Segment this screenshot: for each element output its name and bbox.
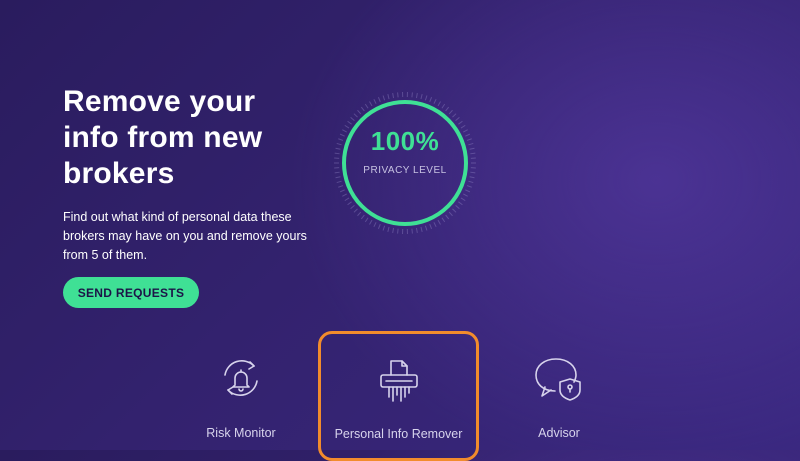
- gauge-tick: [461, 198, 465, 201]
- tab-personal-info-remover-label: Personal Info Remover: [321, 427, 476, 441]
- hero-title-line: info from new: [63, 121, 262, 154]
- gauge-tick: [452, 114, 456, 117]
- gauge-tick: [465, 190, 470, 192]
- gauge-tick: [430, 224, 432, 229]
- gauge-tick: [336, 177, 341, 178]
- tab-personal-info-remover[interactable]: Personal Info Remover: [318, 331, 479, 461]
- gauge-tick: [398, 229, 399, 234]
- gauge-tick: [412, 92, 413, 97]
- gauge-tick: [416, 228, 417, 233]
- gauge-tick: [425, 226, 427, 231]
- gauge-tick: [446, 215, 449, 219]
- gauge-tick: [383, 95, 385, 100]
- privacy-level-label: PRIVACY LEVEL: [333, 165, 477, 176]
- gauge-ring: [333, 91, 477, 235]
- gauge-tick: [463, 194, 467, 196]
- hero-section: Remove your info from new brokers Find o…: [63, 84, 323, 265]
- gauge-tick: [442, 218, 445, 222]
- gauge-tick: [357, 110, 360, 114]
- gauge-tick: [416, 93, 417, 98]
- gauge-tick: [434, 222, 436, 226]
- gauge-tick: [378, 97, 380, 102]
- gauge-tick: [365, 104, 368, 108]
- tab-risk-monitor[interactable]: Risk Monitor: [181, 340, 301, 450]
- gauge-tick: [388, 227, 389, 232]
- gauge-tick: [348, 121, 352, 124]
- gauge-tick: [388, 94, 389, 99]
- privacy-level-gauge: 100% PRIVACY LEVEL: [333, 91, 477, 235]
- gauge-tick: [430, 97, 432, 102]
- gauge-tick: [458, 121, 462, 124]
- gauge-tick: [452, 209, 456, 212]
- gauge-tick-ring: [334, 92, 476, 234]
- gauge-tick: [456, 205, 460, 208]
- gauge-tick: [456, 117, 460, 120]
- shield-chat-icon: [533, 354, 585, 407]
- gauge-tick: [468, 181, 473, 182]
- gauge-tick: [361, 107, 364, 111]
- gauge-tick: [365, 218, 368, 222]
- gauge-tick: [348, 202, 352, 205]
- gauge-tick: [342, 194, 346, 196]
- gauge-tick: [421, 94, 422, 99]
- gauge-tick: [370, 220, 373, 224]
- gauge-tick: [378, 224, 380, 229]
- gauge-tick: [340, 190, 345, 192]
- gauge-tick: [449, 212, 452, 216]
- gauge-tick: [412, 229, 413, 234]
- gauge-tick: [337, 181, 342, 182]
- send-requests-button[interactable]: SEND REQUESTS: [63, 277, 199, 308]
- gauge-tick: [449, 110, 452, 114]
- gauge-tick: [338, 186, 343, 188]
- tab-risk-monitor-label: Risk Monitor: [181, 426, 301, 440]
- gauge-tick: [383, 226, 385, 231]
- gauge-tick: [357, 212, 360, 216]
- hero-title-line: Remove your: [63, 85, 255, 118]
- gauge-tick: [361, 215, 364, 219]
- gauge-tick: [393, 228, 394, 233]
- gauge-tick: [354, 209, 358, 212]
- gauge-tick: [467, 186, 472, 188]
- gauge-tick: [446, 107, 449, 111]
- gauge-tick: [354, 114, 358, 117]
- gauge-tick: [438, 220, 441, 224]
- gauge-tick: [351, 205, 355, 208]
- bell-refresh-icon: [217, 354, 265, 407]
- gauge-tick: [470, 177, 475, 178]
- gauge-tick: [374, 99, 376, 103]
- gauge-tick: [370, 102, 373, 106]
- gauge-tick: [458, 202, 462, 205]
- privacy-level-value: 100%: [333, 126, 477, 157]
- tab-advisor[interactable]: Advisor: [500, 340, 618, 450]
- gauge-tick: [398, 92, 399, 97]
- hero-title-line: brokers: [63, 157, 174, 190]
- tab-advisor-label: Advisor: [500, 426, 618, 440]
- hero-description: Find out what kind of personal data thes…: [63, 208, 313, 265]
- gauge-tick: [421, 227, 422, 232]
- gauge-tick: [393, 93, 394, 98]
- gauge-tick: [434, 99, 436, 103]
- gauge-tick: [374, 222, 376, 226]
- gauge-tick: [442, 104, 445, 108]
- gauge-tick: [425, 95, 427, 100]
- gauge-tick: [351, 117, 355, 120]
- gauge-tick: [345, 198, 349, 201]
- gauge-progress-ring: [344, 102, 466, 224]
- gauge-tick: [438, 102, 441, 106]
- shredder-icon: [375, 357, 423, 410]
- hero-title: Remove your info from new brokers: [63, 84, 323, 192]
